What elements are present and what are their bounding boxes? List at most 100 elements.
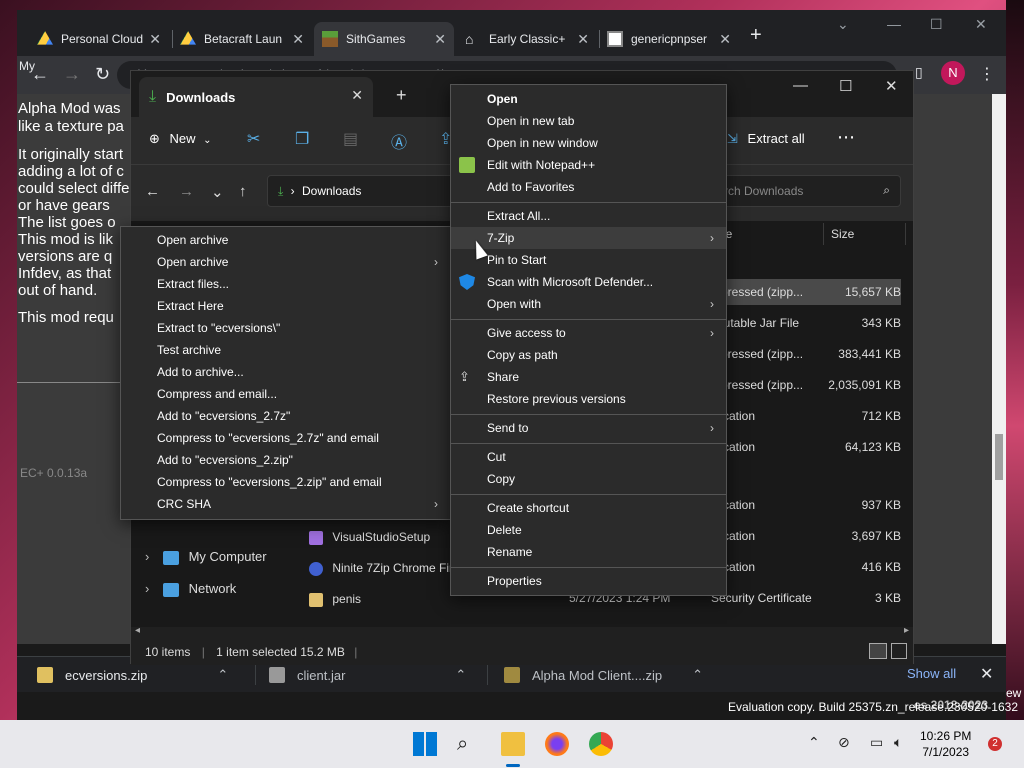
menu-item-pin-start[interactable]: Pin to Start — [451, 249, 726, 271]
chrome-icon[interactable] — [589, 732, 613, 756]
menu-item-give-access[interactable]: Give access to › — [451, 322, 726, 344]
notification-badge[interactable]: 2 — [988, 737, 1002, 751]
menu-item-edit-notepad[interactable]: Edit with Notepad++ — [451, 154, 726, 176]
menu-item[interactable]: Compress to "ecversions_2.7z" and email — [121, 427, 450, 449]
windows-start-icon[interactable] — [413, 732, 437, 756]
back-icon[interactable]: ← — [145, 183, 160, 200]
close-icon[interactable]: ✕ — [980, 664, 993, 684]
menu-item-copy-path[interactable]: Copy as path — [451, 344, 726, 366]
menu-item-open[interactable]: Open — [451, 88, 726, 110]
new-tab-icon[interactable]: + — [396, 85, 407, 106]
menu-item-send-to[interactable]: Send to › — [451, 417, 726, 439]
up-icon[interactable]: ↑ — [239, 183, 247, 200]
close-tab-icon[interactable]: ✕ — [149, 31, 161, 48]
menu-item[interactable]: Open archive — [121, 229, 450, 251]
menu-item-open-new-tab[interactable]: Open in new tab — [451, 110, 726, 132]
close-tab-icon[interactable]: ✕ — [577, 31, 589, 48]
menu-item[interactable]: Add to "ecversions_2.7z" — [121, 405, 450, 427]
network-off-icon[interactable]: ⊘ — [838, 734, 850, 751]
bookmark-item[interactable]: My — [19, 59, 35, 73]
menu-item-add-favorites[interactable]: Add to Favorites — [451, 176, 726, 198]
close-tab-icon[interactable]: ✕ — [434, 31, 446, 48]
reload-icon[interactable]: ↻ — [95, 64, 110, 85]
explorer-tab[interactable]: ⤓ Downloads ✕ — [139, 77, 373, 117]
maximize-icon[interactable]: ☐ — [839, 77, 852, 95]
close-tab-icon[interactable]: ✕ — [719, 31, 731, 48]
search-icon[interactable]: ⌕ — [457, 732, 481, 756]
cut-icon[interactable]: ✂ — [247, 129, 260, 149]
menu-item-restore-versions[interactable]: Restore previous versions — [451, 388, 726, 410]
more-options-icon[interactable]: ⋯ — [837, 127, 855, 148]
menu-item[interactable]: Compress to "ecversions_2.zip" and email — [121, 471, 450, 493]
volume-icon[interactable]: 🔈︎ — [894, 734, 902, 751]
file-name-item[interactable]: Ninite 7Zip Chrome Fir — [309, 561, 453, 576]
menu-item[interactable]: Extract files... — [121, 273, 450, 295]
page-scrollbar[interactable] — [992, 94, 1006, 644]
file-row[interactable]: ecutable Jar File 343 KB — [711, 310, 901, 336]
file-name-item[interactable]: penis — [309, 592, 361, 607]
address-box[interactable]: ⤓ › Downloads — [267, 175, 457, 207]
browser-tab-active[interactable]: SithGames ✕ — [314, 22, 454, 56]
menu-item-extract-all[interactable]: Extract All... — [451, 205, 726, 227]
show-all-button[interactable]: Show all — [907, 666, 956, 681]
network-icon[interactable]: ▭ — [870, 734, 883, 751]
profile-avatar[interactable]: N — [941, 61, 965, 85]
menu-item-cut[interactable]: Cut — [451, 446, 726, 468]
menu-item-7zip[interactable]: 7-Zip › — [451, 227, 726, 249]
browser-tab[interactable]: Personal Cloud ✕ — [29, 22, 169, 56]
tiles-view-icon[interactable] — [891, 643, 907, 659]
maximize-icon[interactable]: ☐ — [930, 16, 943, 33]
search-input[interactable]: rch Downloads ⌕ — [713, 175, 901, 207]
browser-tab[interactable]: genericpnpser ✕ — [599, 22, 739, 56]
recent-locations-icon[interactable]: ⌄ — [211, 183, 224, 201]
nav-my-computer[interactable]: › My Computer — [145, 549, 267, 565]
extract-all-button[interactable]: ⇲ Extract all — [727, 131, 805, 147]
menu-item-share[interactable]: ⇪ Share — [451, 366, 726, 388]
copy-icon[interactable]: ❐ — [295, 129, 309, 149]
close-window-icon[interactable]: ✕ — [885, 77, 898, 95]
column-divider[interactable] — [905, 223, 906, 245]
menu-item[interactable]: Compress and email... — [121, 383, 450, 405]
close-tab-icon[interactable]: ✕ — [351, 87, 363, 104]
menu-item-open-with[interactable]: Open with › — [451, 293, 726, 315]
menu-item-properties[interactable]: Properties — [451, 570, 726, 592]
file-explorer-icon[interactable] — [501, 732, 525, 756]
nav-network[interactable]: › Network — [145, 581, 236, 597]
menu-item-rename[interactable]: Rename — [451, 541, 726, 563]
clock[interactable]: 10:26 PM 7/1/2023 — [920, 728, 971, 760]
browser-tab[interactable]: ⌂ Early Classic+ ✕ — [457, 22, 597, 56]
file-row[interactable]: plication 3,697 KB — [711, 523, 901, 549]
horizontal-scrollbar[interactable]: ◂ ▸ — [131, 625, 913, 641]
chevron-up-icon[interactable]: ⌃ — [692, 667, 703, 683]
menu-item[interactable]: Extract to "ecversions\" — [121, 317, 450, 339]
menu-item[interactable]: Test archive — [121, 339, 450, 361]
menu-item[interactable]: CRC SHA › — [121, 493, 450, 515]
menu-item-create-shortcut[interactable]: Create shortcut — [451, 497, 726, 519]
file-row[interactable]: plication 937 KB — [711, 492, 901, 518]
menu-item-copy[interactable]: Copy — [451, 468, 726, 490]
menu-item[interactable]: Add to archive... — [121, 361, 450, 383]
paste-icon[interactable]: ▤ — [343, 129, 358, 149]
chevron-right-icon[interactable]: › — [145, 581, 149, 596]
scroll-right-icon[interactable]: ▸ — [904, 625, 909, 636]
scroll-left-icon[interactable]: ◂ — [135, 625, 140, 636]
menu-item-scan-defender[interactable]: Scan with Microsoft Defender... — [451, 271, 726, 293]
new-tab-icon[interactable]: + — [750, 24, 762, 47]
new-button[interactable]: ⊕ New ⌄ — [149, 131, 212, 147]
sidebar-icon[interactable]: ▯ — [915, 64, 923, 81]
file-row[interactable]: plication 64,123 KB — [711, 434, 901, 460]
rename-icon[interactable]: Ⓐ — [391, 129, 407, 153]
minimize-icon[interactable]: — — [793, 77, 808, 94]
column-header-size[interactable]: Size — [831, 227, 854, 241]
browser-tab[interactable]: Betacraft Laun ✕ — [172, 22, 312, 56]
file-row[interactable]: mpressed (zipp... 15,657 KB — [711, 279, 901, 305]
minimize-icon[interactable]: — — [887, 16, 901, 32]
close-window-icon[interactable]: ✕ — [975, 16, 987, 33]
column-divider[interactable] — [823, 223, 824, 245]
show-hidden-icons-icon[interactable]: ⌃ — [808, 734, 820, 751]
menu-item-open-new-window[interactable]: Open in new window — [451, 132, 726, 154]
menu-item[interactable]: Open archive › — [121, 251, 450, 273]
menu-item[interactable]: Add to "ecversions_2.zip" — [121, 449, 450, 471]
menu-item[interactable]: Extract Here — [121, 295, 450, 317]
chevron-up-icon[interactable]: ⌃ — [217, 667, 228, 683]
